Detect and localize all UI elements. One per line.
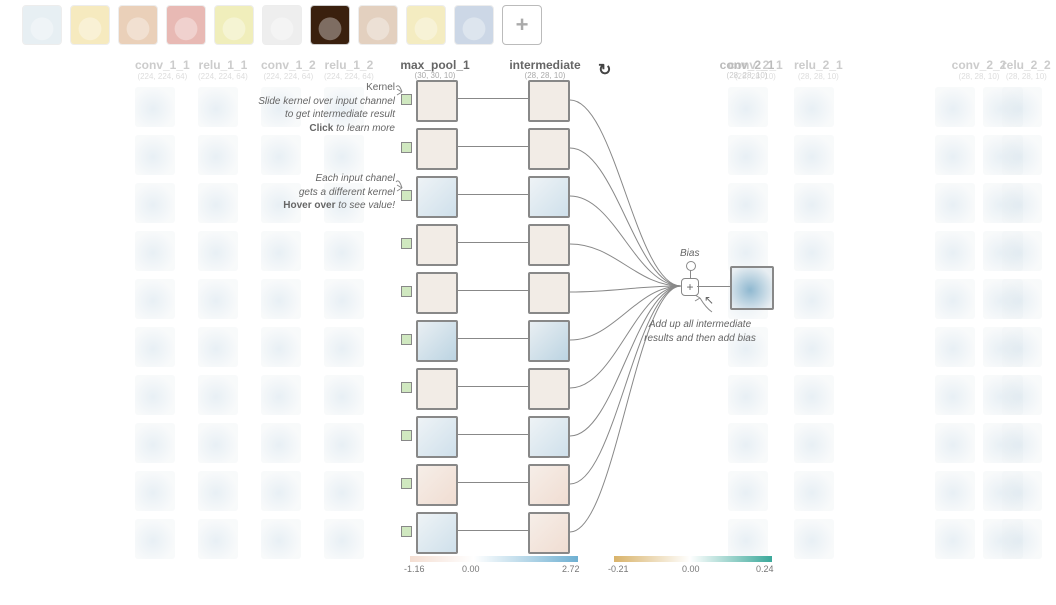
bias-dot — [686, 261, 696, 271]
maxpool-fm-5[interactable] — [416, 320, 458, 362]
maxpool-fm-4[interactable] — [416, 272, 458, 314]
row-connector-6 — [456, 386, 530, 387]
output-feature-map[interactable] — [730, 266, 774, 310]
maxpool-fm-9[interactable] — [416, 512, 458, 554]
row-connector-0 — [456, 98, 530, 99]
colorbar-left — [410, 556, 578, 562]
row-connector-4 — [456, 290, 530, 291]
intermediate-fm-3[interactable] — [528, 224, 570, 266]
kernel-chip-7[interactable] — [401, 430, 412, 441]
conv21-shape: (28, 28, 10) — [712, 71, 782, 80]
cb-right-max: 0.24 — [756, 564, 774, 574]
row-connector-5 — [456, 338, 530, 339]
kernel-chip-6[interactable] — [401, 382, 412, 393]
maxpool-fm-3[interactable] — [416, 224, 458, 266]
maxpool-fm-8[interactable] — [416, 464, 458, 506]
kernel-chip-8[interactable] — [401, 478, 412, 489]
kernel-chip-9[interactable] — [401, 526, 412, 537]
intermediate-fm-8[interactable] — [528, 464, 570, 506]
maxpool-fm-1[interactable] — [416, 128, 458, 170]
intermediate-fm-2[interactable] — [528, 176, 570, 218]
kernel-chip-0[interactable] — [401, 94, 412, 105]
intermediate-fm-9[interactable] — [528, 512, 570, 554]
conv21-title: conv_2_1 — [712, 58, 782, 72]
channel-annotation: Each input chanel gets a different kerne… — [230, 172, 395, 213]
row-connector-1 — [456, 146, 530, 147]
maxpool-fm-2[interactable] — [416, 176, 458, 218]
kernel-chip-4[interactable] — [401, 286, 412, 297]
colorbar-right — [614, 556, 772, 562]
intermediate-shape: (28, 28, 10) — [505, 71, 585, 80]
kernel-chip-3[interactable] — [401, 238, 412, 249]
maxpool-fm-0[interactable] — [416, 80, 458, 122]
maxpool-fm-6[interactable] — [416, 368, 458, 410]
cb-left-min: -1.16 — [404, 564, 425, 574]
plus-to-output-line — [697, 286, 731, 287]
unlock-arrow-icon: ↖ — [704, 293, 714, 307]
cb-right-mid: 0.00 — [682, 564, 700, 574]
row-connector-3 — [456, 242, 530, 243]
bias-label: Bias — [680, 248, 699, 259]
kernel-chip-1[interactable] — [401, 142, 412, 153]
intermediate-fm-5[interactable] — [528, 320, 570, 362]
row-connector-9 — [456, 530, 530, 531]
sum-node[interactable]: + — [681, 278, 699, 296]
intermediate-fm-6[interactable] — [528, 368, 570, 410]
intermediate-fm-7[interactable] — [528, 416, 570, 458]
sum-annotation: Add up all intermediate results and then… — [620, 318, 780, 345]
row-connector-7 — [456, 434, 530, 435]
intermediate-fm-0[interactable] — [528, 80, 570, 122]
row-connector-8 — [456, 482, 530, 483]
cb-left-max: 2.72 — [562, 564, 580, 574]
maxpool-fm-7[interactable] — [416, 416, 458, 458]
intermediate-fm-1[interactable] — [528, 128, 570, 170]
cb-right-min: -0.21 — [608, 564, 629, 574]
kernel-chip-5[interactable] — [401, 334, 412, 345]
intermediate-fm-4[interactable] — [528, 272, 570, 314]
kernel-chip-2[interactable] — [401, 190, 412, 201]
intermediate-title: intermediate — [505, 58, 585, 72]
bias-stem — [690, 270, 691, 278]
maxpool-title: max_pool_1 — [395, 58, 475, 72]
cycle-icon[interactable]: ↻ — [598, 60, 611, 80]
cb-left-mid: 0.00 — [462, 564, 480, 574]
maxpool-shape: (30, 30, 10) — [395, 71, 475, 80]
kernel-annotation: Kernel Slide kernel over input channel t… — [230, 81, 395, 135]
row-connector-2 — [456, 194, 530, 195]
